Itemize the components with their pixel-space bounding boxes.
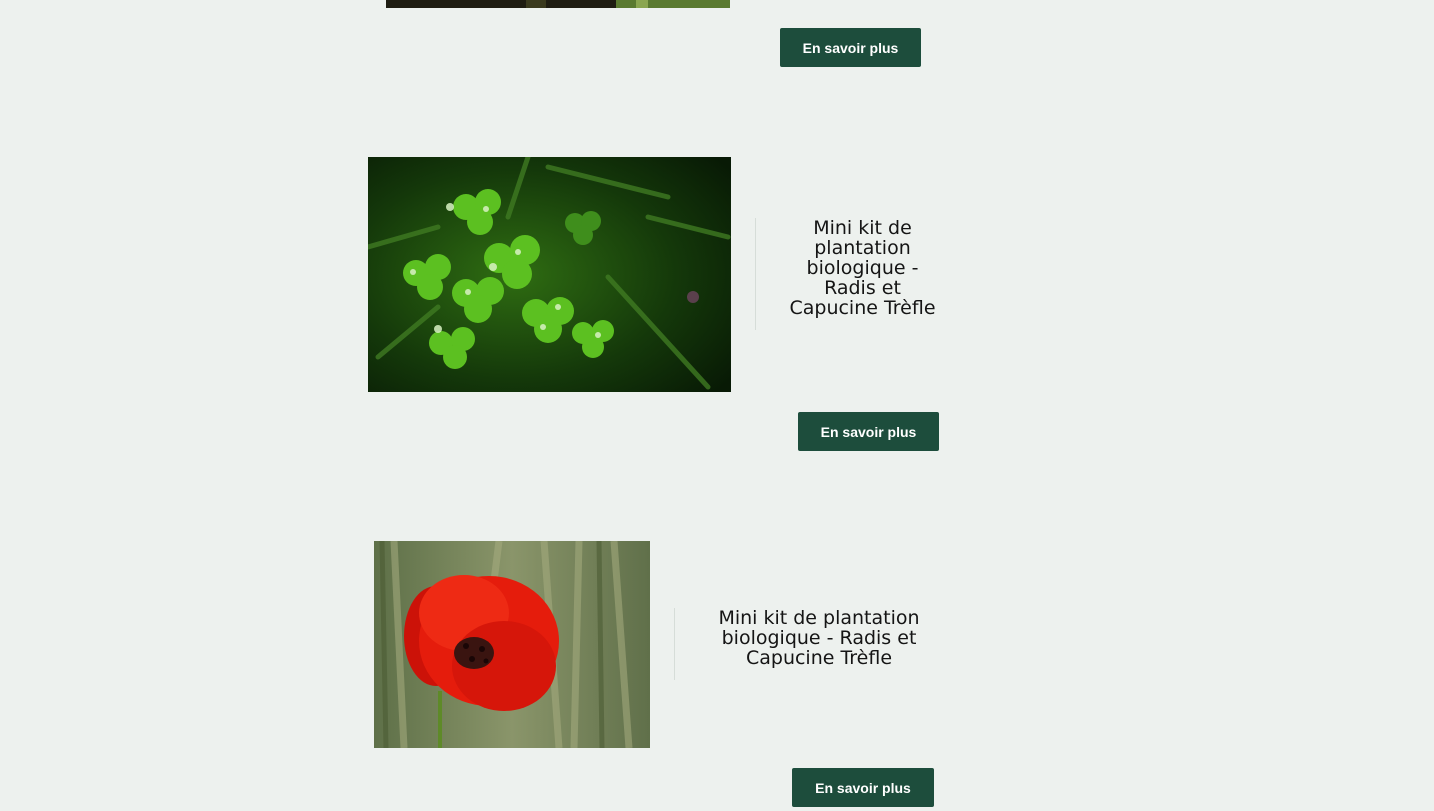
- learn-more-button-clover[interactable]: En savoir plus: [798, 412, 939, 451]
- product-title-clover: Mini kit de plantation biologique - Radi…: [789, 217, 936, 319]
- product-image-1-graphic: [386, 0, 730, 8]
- product-list: En savoir plus Mini kit de plantation bi…: [0, 0, 1434, 811]
- poppy-image-graphic: [374, 541, 650, 748]
- divider-3: [674, 608, 675, 680]
- product-image-clover[interactable]: [368, 157, 731, 392]
- learn-more-button-poppy[interactable]: En savoir plus: [792, 768, 934, 807]
- product-image-poppy[interactable]: [374, 541, 650, 748]
- product-title-poppy: Mini kit de plantation biologique - Radi…: [718, 607, 920, 669]
- product-image-1[interactable]: [386, 0, 730, 8]
- learn-more-button-1[interactable]: En savoir plus: [780, 28, 921, 67]
- divider-2: [755, 218, 756, 330]
- clover-image-graphic: [368, 157, 731, 392]
